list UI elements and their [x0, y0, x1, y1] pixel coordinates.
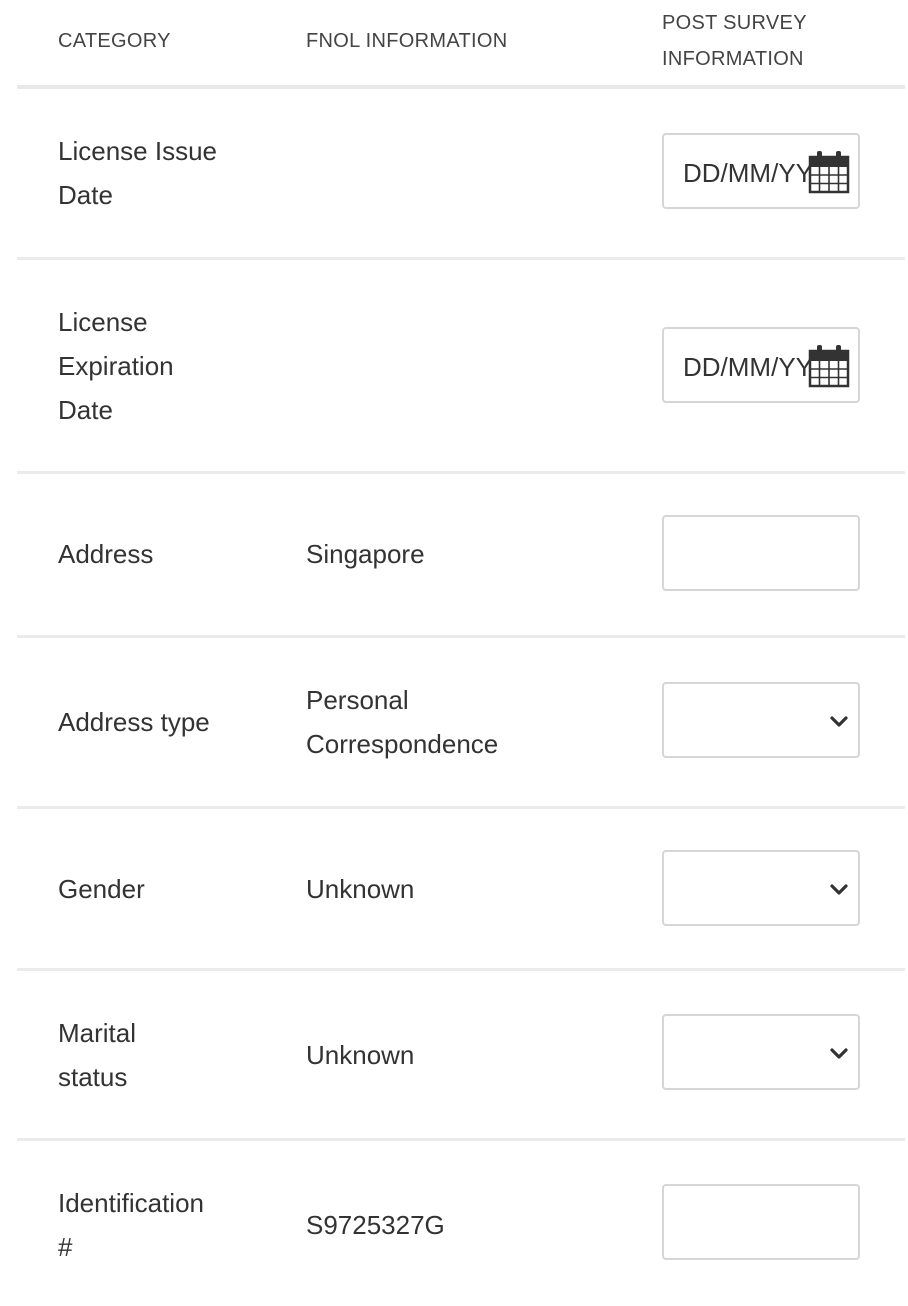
category-line: Address type	[58, 707, 210, 737]
table-row-address-type: Address type Personal Correspondence	[17, 638, 905, 809]
fnol-value: S9725327G	[306, 1203, 445, 1247]
table-row-license-issue-date: License Issue Date DD/MM/YYYY	[17, 89, 905, 260]
category-line: Marital	[58, 1018, 137, 1048]
fnol-line: S9725327G	[306, 1210, 445, 1240]
fnol-line: Unknown	[306, 1040, 415, 1070]
address-type-select[interactable]	[662, 682, 860, 758]
fnol-line: Personal	[306, 685, 409, 715]
calendar-icon[interactable]	[808, 150, 850, 194]
category-label: License Issue Date	[58, 129, 217, 217]
category-label: License Expiration Date	[58, 300, 174, 432]
post-survey-table: CATEGORY FNOL INFORMATION POST SURVEY IN…	[17, 0, 905, 1306]
category-line: License	[58, 307, 148, 337]
category-line: Address	[58, 539, 154, 569]
category-label: Marital status	[58, 1011, 136, 1099]
fnol-line: Correspondence	[306, 729, 499, 759]
table-row-identification: Identification # S9725327G	[17, 1141, 905, 1306]
fnol-value: Singapore	[306, 532, 425, 576]
table-row-license-expiration-date: License Expiration Date DD/MM/YYYY	[17, 260, 905, 474]
category-label: Identification #	[58, 1181, 204, 1269]
table-row-address: Address Singapore	[17, 474, 905, 638]
header-post-survey-line2: INFORMATION	[662, 48, 804, 70]
category-line: Expiration	[58, 351, 174, 381]
table-header: CATEGORY FNOL INFORMATION POST SURVEY IN…	[17, 0, 905, 89]
table-row-gender: Gender Unknown	[17, 809, 905, 971]
category-label: Address type	[58, 700, 210, 744]
header-post-survey-line1: POST SURVEY	[662, 12, 807, 34]
category-line: Date	[58, 180, 113, 210]
header-category: CATEGORY	[58, 30, 171, 52]
chevron-down-icon	[830, 716, 848, 727]
category-line: #	[58, 1232, 73, 1262]
license-expiration-date-input[interactable]: DD/MM/YYYY	[662, 327, 860, 403]
marital-status-select[interactable]	[662, 1014, 860, 1090]
identification-input[interactable]	[662, 1184, 860, 1260]
header-post-survey-information: POST SURVEY INFORMATION	[662, 5, 882, 77]
category-line: Date	[58, 395, 113, 425]
fnol-value: Unknown	[306, 867, 414, 911]
category-line: Gender	[58, 874, 145, 904]
category-label: Gender	[58, 867, 145, 911]
category-line: status	[58, 1062, 128, 1092]
category-label: Address	[58, 532, 153, 576]
chevron-down-icon	[830, 884, 848, 895]
fnol-line: Unknown	[306, 874, 415, 904]
fnol-value: Personal Correspondence	[306, 678, 498, 766]
gender-select[interactable]	[662, 850, 860, 926]
license-issue-date-input[interactable]: DD/MM/YYYY	[662, 133, 860, 209]
header-fnol-information: FNOL INFORMATION	[306, 30, 508, 52]
fnol-value: Unknown	[306, 1033, 414, 1077]
address-input[interactable]	[662, 515, 860, 591]
category-line: License Issue	[58, 136, 217, 166]
calendar-icon[interactable]	[808, 344, 850, 388]
category-line: Identification	[58, 1188, 204, 1218]
table-row-marital-status: Marital status Unknown	[17, 971, 905, 1141]
chevron-down-icon	[830, 1048, 848, 1059]
fnol-line: Singapore	[306, 539, 425, 569]
